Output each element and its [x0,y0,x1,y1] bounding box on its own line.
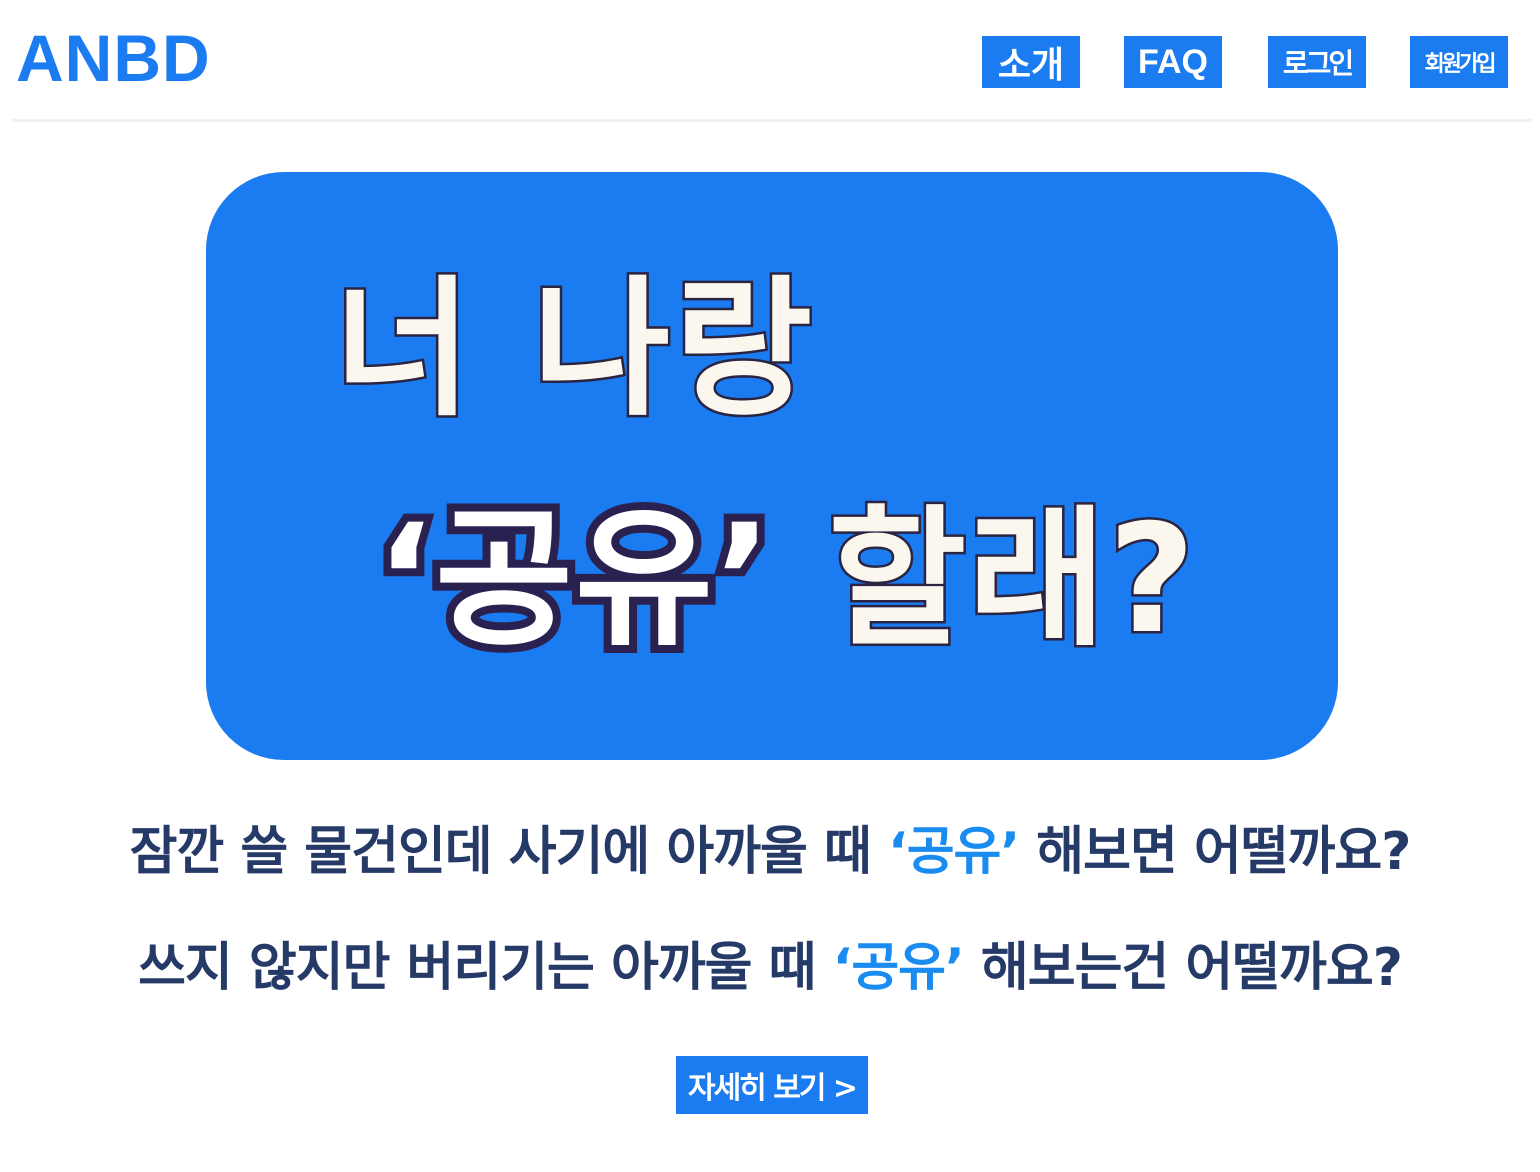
hero-headline-line2: ‘공유’ 할래? [368,485,1198,675]
description-line-2-highlight: ‘공유’ [832,938,965,998]
hero-headline-rest: 할래? [773,491,1198,670]
description-line-2: 쓰지 않지만 버리기는 아까울 때 ‘공유’ 해보는건 어떨까요? [0,936,1540,1000]
description-line-1-text: 잠깐 쓸 물건인데 사기에 아까울 때 [129,822,888,882]
description-line-2-end: 해보는건 어떨까요? [963,938,1403,998]
hero-banner: 너 나랑 ‘공유’ 할래? [206,172,1338,760]
nav-login-link[interactable]: 로그인 [1268,36,1366,88]
description-line-1-highlight: ‘공유’ [887,822,1020,882]
hero-headline-emphasis: ‘공유’ [368,485,780,675]
view-details-button[interactable]: 자세히 보기 > [676,1056,868,1114]
description-line-2-text: 쓰지 않지만 버리기는 아까울 때 [138,938,833,998]
hero-headline-line1: 너 나랑 [331,261,817,440]
nav-faq-link[interactable]: FAQ [1124,36,1222,88]
nav-intro-link[interactable]: 소개 [982,36,1080,88]
site-header: ANBD 소개 FAQ 로그인 회원가입 [0,0,1540,120]
description-line-1-end: 해보면 어떨까요? [1019,822,1411,882]
nav-signup-link[interactable]: 회원가입 [1410,36,1508,88]
header-divider [12,119,1532,122]
logo[interactable]: ANBD [16,18,211,98]
description-line-1: 잠깐 쓸 물건인데 사기에 아까울 때 ‘공유’ 해보면 어떨까요? [0,820,1540,884]
